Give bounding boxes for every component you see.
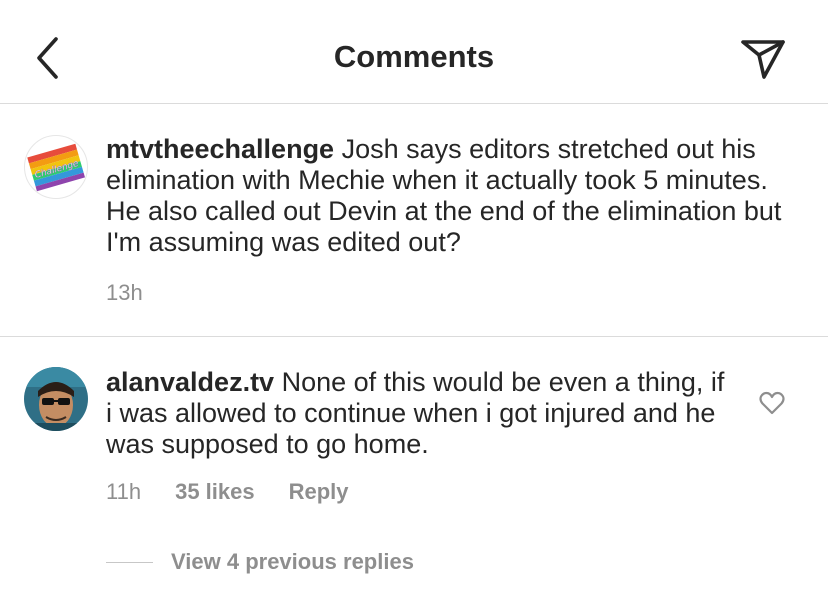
profile-photo — [24, 367, 88, 431]
caption-timestamp: 13h — [106, 280, 143, 305]
share-button[interactable] — [738, 36, 788, 82]
heart-outline-icon — [759, 391, 785, 415]
comment-username[interactable]: alanvaldez.tv — [106, 367, 274, 397]
comment-meta: 11h 35 likes Reply — [106, 479, 349, 505]
caption-meta: 13h — [106, 280, 143, 306]
avatar[interactable]: Challenge — [24, 135, 88, 199]
caption-comment: Challenge mtvtheechallenge Josh says edi… — [0, 104, 828, 337]
view-replies-label[interactable]: View 4 previous replies — [171, 549, 414, 575]
caption-text: mtvtheechallenge Josh says editors stret… — [106, 134, 796, 258]
avatar[interactable] — [24, 367, 88, 431]
comment-timestamp: 11h — [106, 479, 142, 504]
page-title: Comments — [333, 39, 495, 74]
comment-text: alanvaldez.tv None of this would be even… — [106, 367, 726, 460]
caption-username[interactable]: mtvtheechallenge — [106, 134, 334, 164]
view-replies-button[interactable]: View 4 previous replies — [106, 549, 414, 575]
like-button[interactable] — [757, 389, 787, 417]
rainbow-flag-icon: Challenge — [27, 143, 85, 192]
comments-header: Comments — [0, 0, 828, 104]
divider-line — [106, 561, 153, 563]
likes-count[interactable]: 35 likes — [175, 479, 255, 505]
reply-button[interactable]: Reply — [289, 479, 349, 505]
paper-plane-icon — [741, 40, 785, 79]
